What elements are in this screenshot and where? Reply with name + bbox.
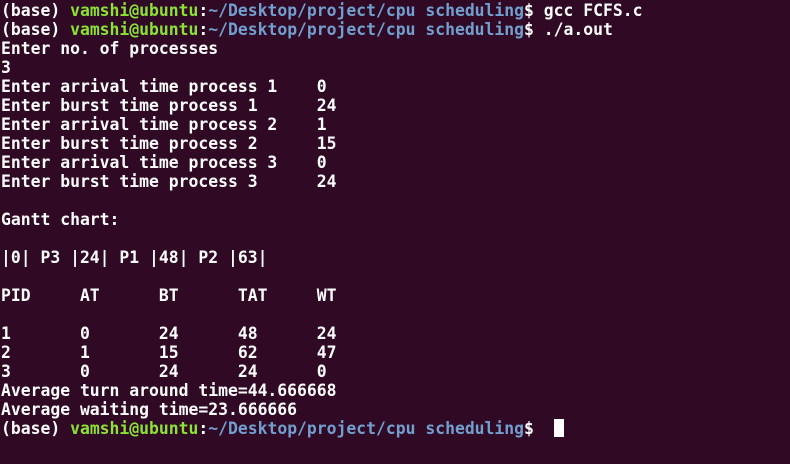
- user-host: vamshi@ubuntu: [70, 419, 199, 438]
- prompt-separator: :: [198, 1, 209, 20]
- prompt-symbol: $: [524, 1, 544, 20]
- working-directory: ~/Desktop/project/cpu scheduling: [208, 1, 525, 20]
- prompt-separator: :: [198, 419, 209, 438]
- working-directory: ~/Desktop/project/cpu scheduling: [208, 20, 525, 39]
- command-line: (base) vamshi@ubuntu:~/Desktop/project/c…: [0, 20, 790, 39]
- average-turnaround-time: Average turn around time=44.666668: [1, 381, 337, 400]
- arrival-time-p2: Enter arrival time process 2 1: [1, 115, 327, 134]
- table-row: 3 0 24 24 0: [1, 362, 327, 381]
- gantt-chart: |0| P3 |24| P1 |48| P2 |63|: [1, 248, 268, 267]
- prompt-no-of-processes: Enter no. of processes: [1, 39, 219, 58]
- arrival-time-p1: Enter arrival time process 1 0: [1, 77, 327, 96]
- command-line: (base) vamshi@ubuntu:~/Desktop/project/c…: [0, 1, 790, 20]
- command-text: gcc FCFS.c: [543, 1, 643, 20]
- burst-time-p2: Enter burst time process 2 15: [1, 134, 337, 153]
- conda-env: (base): [1, 419, 71, 438]
- prompt-symbol: $: [524, 419, 544, 438]
- command-text: ./a.out: [543, 20, 613, 39]
- arrival-time-p3: Enter arrival time process 3 0: [1, 153, 327, 172]
- table-row: 1 0 24 48 24: [1, 324, 337, 343]
- table-header: PID AT BT TAT WT: [1, 286, 337, 305]
- input-no-of-processes: 3: [1, 58, 11, 77]
- table-row: 2 1 15 62 47: [1, 343, 337, 362]
- prompt-separator: :: [198, 20, 209, 39]
- working-directory: ~/Desktop/project/cpu scheduling: [208, 419, 525, 438]
- burst-time-p1: Enter burst time process 1 24: [1, 96, 337, 115]
- conda-env: (base): [1, 20, 71, 39]
- gantt-chart-heading: Gantt chart:: [1, 210, 120, 229]
- burst-time-p3: Enter burst time process 3 24: [1, 172, 337, 191]
- terminal-window[interactable]: (base) vamshi@ubuntu:~/Desktop/project/c…: [0, 0, 790, 464]
- user-host: vamshi@ubuntu: [70, 20, 199, 39]
- active-prompt-line[interactable]: (base) vamshi@ubuntu:~/Desktop/project/c…: [0, 419, 790, 438]
- user-host: vamshi@ubuntu: [70, 1, 199, 20]
- text-cursor[interactable]: [553, 419, 564, 437]
- average-waiting-time: Average waiting time=23.666666: [1, 400, 298, 419]
- prompt-symbol: $: [524, 20, 544, 39]
- conda-env: (base): [1, 1, 71, 20]
